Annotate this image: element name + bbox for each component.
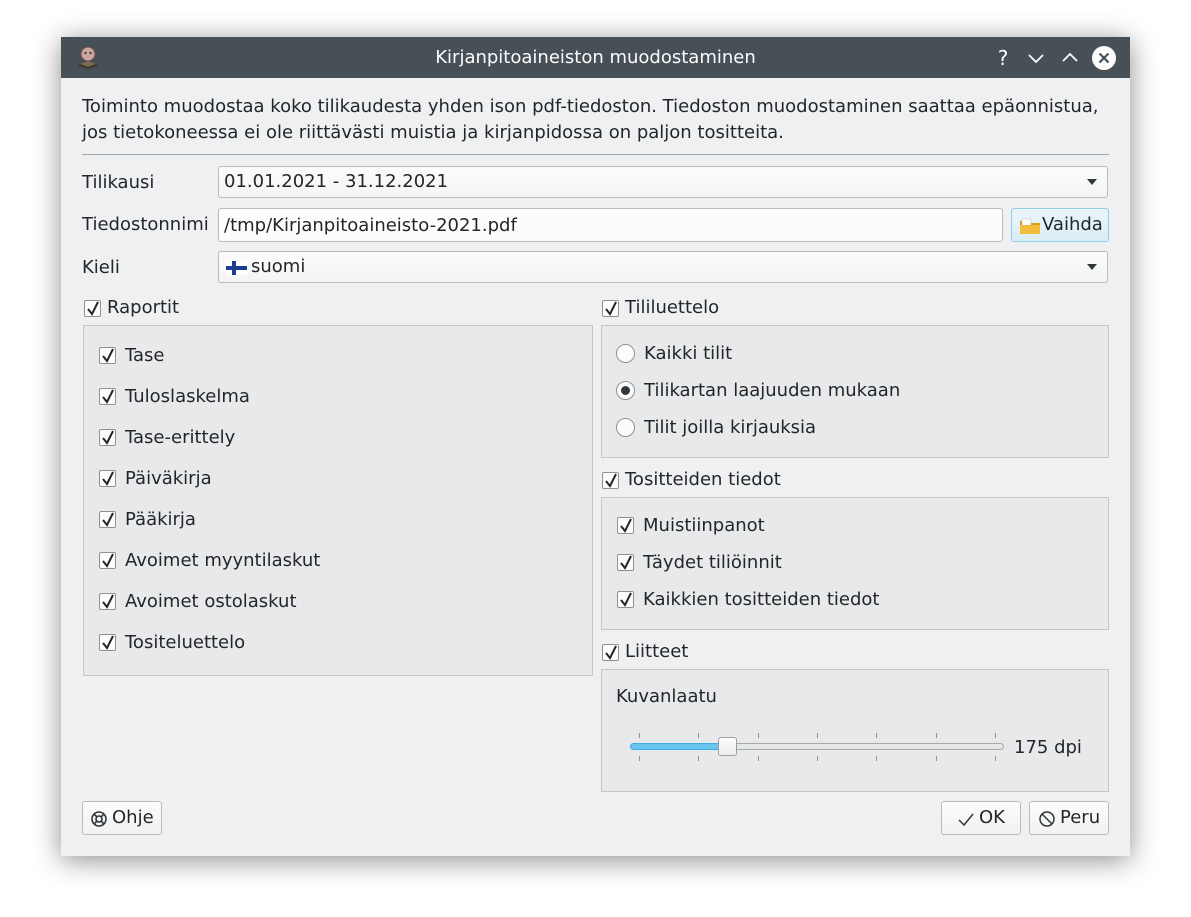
- report-label: Avoimet ostolaskut: [125, 591, 297, 612]
- ok-button-label: OK: [979, 807, 1005, 828]
- report-label: Tuloslaskelma: [125, 386, 250, 407]
- slider-tick: [995, 756, 996, 761]
- report-checkbox-tositeluettelo[interactable]: [99, 634, 116, 651]
- slider-tick: [698, 756, 699, 761]
- liitteet-checkbox[interactable]: [602, 644, 619, 661]
- language-combo[interactable]: suomi: [218, 251, 1108, 283]
- kuvanlaatu-label: Kuvanlaatu: [616, 686, 717, 707]
- voucher-option-label: Täydet tiliöinnit: [643, 552, 782, 573]
- report-label: Pääkirja: [125, 509, 196, 530]
- title-bar[interactable]: Kirjanpitoaineiston muodostaminen ?: [61, 37, 1130, 78]
- radio-kaikki-tilit[interactable]: [616, 344, 635, 363]
- voucher-option-label: Muistiinpanot: [643, 515, 765, 536]
- tositteiden-tiedot-checkbox[interactable]: [602, 472, 619, 489]
- tilikausi-label: Tilikausi: [82, 172, 155, 193]
- slider-tick: [936, 733, 937, 738]
- change-file-button[interactable]: Vaihda: [1011, 208, 1109, 242]
- slider-tick: [758, 756, 759, 761]
- change-file-label: Vaihda: [1042, 214, 1103, 235]
- slider-tick: [995, 733, 996, 738]
- radio-tilikartan-laajuus[interactable]: [616, 381, 635, 400]
- report-checkbox-paakirja[interactable]: [99, 511, 116, 528]
- slider-tick: [817, 756, 818, 761]
- slider-tick: [698, 733, 699, 738]
- report-label: Päiväkirja: [125, 468, 212, 489]
- slider-tick: [639, 756, 640, 761]
- tililuettelo-label: Tililuettelo: [625, 297, 720, 318]
- cancel-icon: [1039, 811, 1055, 827]
- close-icon[interactable]: [1091, 45, 1117, 71]
- report-checkbox-tase-erittely[interactable]: [99, 429, 116, 446]
- filename-input[interactable]: [218, 208, 1003, 242]
- ok-button[interactable]: OK: [941, 801, 1021, 835]
- cancel-button[interactable]: Peru: [1029, 801, 1109, 835]
- report-label: Tositeluettelo: [125, 632, 246, 653]
- quality-slider-fill: [630, 743, 727, 750]
- report-checkbox-myyntilaskut[interactable]: [99, 552, 116, 569]
- intro-text: Toiminto muodostaa koko tilikaudesta yhd…: [82, 94, 1112, 146]
- slider-tick: [876, 733, 877, 738]
- minimize-icon[interactable]: [1023, 45, 1049, 71]
- slider-tick: [758, 733, 759, 738]
- tiedostonnimi-label: Tiedostonnimi: [82, 214, 209, 235]
- report-checkbox-paivakirja[interactable]: [99, 470, 116, 487]
- intro-line: jos tietokoneessa ei ole riittävästi mui…: [82, 122, 784, 143]
- dialog-window: Kirjanpitoaineiston muodostaminen ? Toim…: [61, 37, 1130, 856]
- chevron-down-icon: [1087, 179, 1097, 185]
- report-checkbox-tuloslaskelma[interactable]: [99, 388, 116, 405]
- tilikausi-value: 01.01.2021 - 31.12.2021: [224, 171, 449, 192]
- folder-icon: [1020, 218, 1040, 234]
- help-button-label: Ohje: [112, 807, 154, 828]
- window-title: Kirjanpitoaineiston muodostaminen: [435, 47, 756, 68]
- tilikausi-combo[interactable]: 01.01.2021 - 31.12.2021: [218, 166, 1108, 198]
- report-checkbox-tase[interactable]: [99, 347, 116, 364]
- slider-tick: [817, 733, 818, 738]
- liitteet-label: Liitteet: [625, 641, 689, 662]
- raportit-group: [83, 325, 593, 676]
- radio-label: Tilikartan laajuuden mukaan: [644, 380, 901, 401]
- radio-tilit-kirjauksia[interactable]: [616, 418, 635, 437]
- lifebuoy-icon: [91, 811, 107, 827]
- kieli-label: Kieli: [82, 257, 120, 278]
- help-icon[interactable]: ?: [990, 45, 1016, 71]
- raportit-label: Raportit: [107, 297, 180, 318]
- checkbox-kaikkien-tositteiden[interactable]: [617, 591, 634, 608]
- report-label: Avoimet myyntilaskut: [125, 550, 321, 571]
- separator: [82, 154, 1109, 155]
- voucher-option-label: Kaikkien tositteiden tiedot: [643, 589, 880, 610]
- raportit-checkbox[interactable]: [84, 300, 101, 317]
- maximize-icon[interactable]: [1057, 45, 1083, 71]
- cancel-button-label: Peru: [1060, 807, 1101, 828]
- report-checkbox-ostolaskut[interactable]: [99, 593, 116, 610]
- tililuettelo-checkbox[interactable]: [602, 300, 619, 317]
- report-label: Tase: [125, 345, 165, 366]
- checkbox-taydet-tilioinnit[interactable]: [617, 554, 634, 571]
- slider-tick: [936, 756, 937, 761]
- checkbox-muistiinpanot[interactable]: [617, 517, 634, 534]
- language-value: suomi: [251, 256, 306, 277]
- slider-tick: [639, 733, 640, 738]
- slider-tick: [876, 756, 877, 761]
- quality-slider-handle[interactable]: [718, 737, 737, 756]
- help-button[interactable]: Ohje: [82, 801, 162, 835]
- radio-label: Kaikki tilit: [644, 343, 733, 364]
- radio-label: Tilit joilla kirjauksia: [644, 417, 817, 438]
- report-label: Tase-erittely: [125, 427, 236, 448]
- finland-flag-icon: [226, 261, 247, 275]
- tositteiden-tiedot-label: Tositteiden tiedot: [625, 469, 781, 490]
- slider-value: 175 dpi: [1014, 737, 1082, 758]
- intro-line: Toiminto muodostaa koko tilikaudesta yhd…: [82, 96, 1099, 117]
- checkmark-icon: [958, 813, 974, 827]
- chevron-down-icon: [1087, 264, 1097, 270]
